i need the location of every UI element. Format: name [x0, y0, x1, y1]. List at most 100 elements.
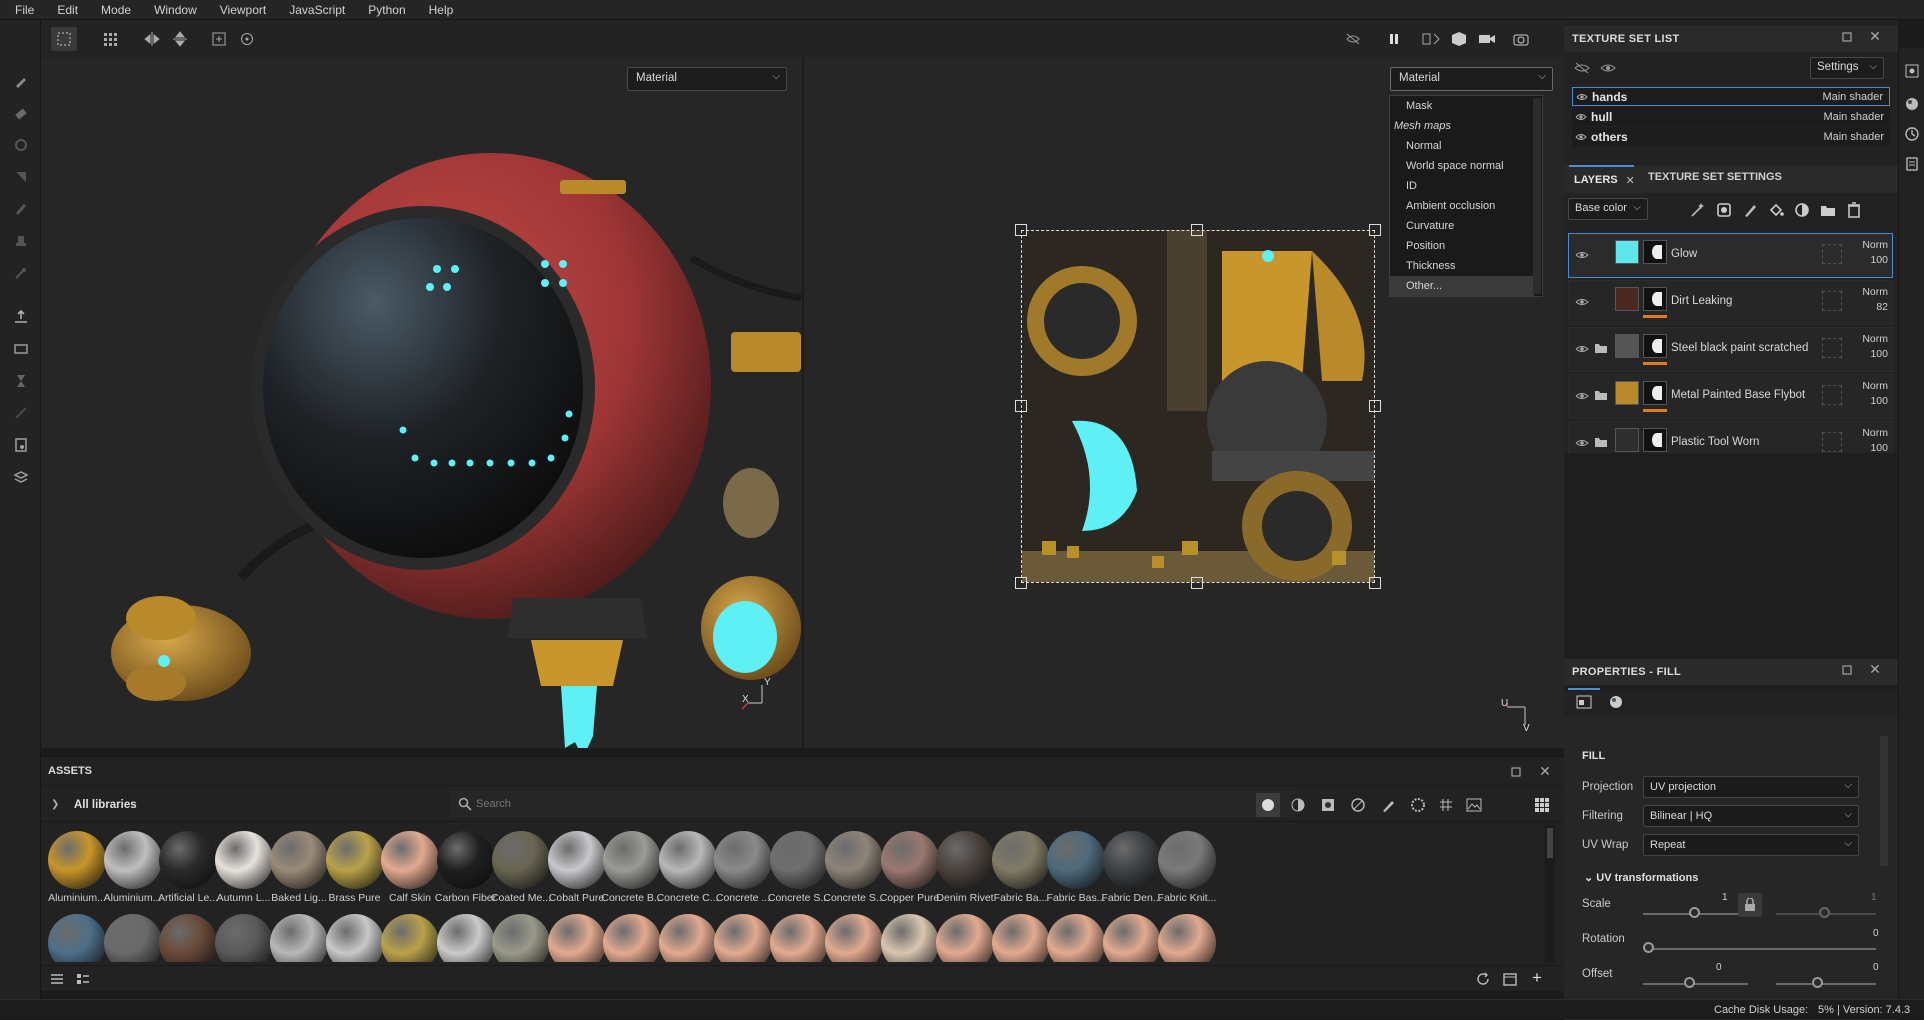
layer-row[interactable]: Steel black paint scratched Norm 100 [1568, 327, 1893, 372]
hide-all-icon[interactable] [1572, 58, 1592, 78]
filter-smart-materials-icon[interactable] [1286, 793, 1310, 817]
transform-handle-t[interactable] [1191, 224, 1203, 236]
asset-thumbnail[interactable] [936, 914, 994, 962]
offset-v-slider-knob[interactable] [1812, 977, 1823, 988]
asset-thumbnail[interactable] [991, 914, 1050, 962]
dropdown-option[interactable]: Curvature [1406, 220, 1454, 232]
blend-mode[interactable]: Norm [1848, 285, 1888, 300]
tab-fill-properties[interactable] [1568, 688, 1600, 716]
asset-thumbnail[interactable] [159, 831, 217, 889]
transform-handle-br[interactable] [1369, 577, 1381, 589]
projection-icon[interactable] [10, 134, 32, 156]
close-assets-icon[interactable]: ✕ [1538, 763, 1552, 779]
dropdown-option[interactable]: Thickness [1406, 260, 1456, 272]
reset-rotation-icon[interactable] [234, 27, 260, 51]
asset-thumbnail[interactable] [1102, 831, 1161, 889]
asset-thumbnail[interactable] [1158, 831, 1216, 889]
layer-effect-slot[interactable] [1822, 244, 1842, 264]
asset-thumbnail[interactable] [880, 831, 939, 889]
layer-opacity[interactable]: 100 [1848, 253, 1888, 268]
blend-mode-group[interactable]: Norm 100 [1848, 238, 1888, 268]
properties-scrollbar[interactable] [1880, 736, 1888, 866]
offset-u-slider-knob[interactable] [1684, 977, 1695, 988]
asset-thumbnail[interactable] [880, 914, 939, 962]
layer-effect-slot[interactable] [1822, 385, 1842, 405]
dropdown-option[interactable]: Other... [1390, 276, 1534, 296]
layer-visibility-icon[interactable] [1575, 296, 1589, 310]
close-properties-icon[interactable]: ✕ [1868, 661, 1882, 677]
breadcrumb-all-libraries[interactable]: All libraries [74, 799, 137, 811]
add-asset-icon[interactable]: + [1527, 968, 1547, 988]
library-icon[interactable] [10, 466, 32, 488]
blend-mode[interactable]: Norm [1848, 332, 1888, 347]
rotation-slider-track[interactable] [1648, 948, 1876, 950]
layer-color-thumbnail[interactable] [1615, 240, 1639, 264]
asset-thumbnail[interactable] [547, 831, 606, 889]
transform-handle-tl[interactable] [1015, 224, 1027, 236]
uv-wrap-select[interactable]: Repeat ⌵ [1643, 834, 1859, 856]
camera-video-icon[interactable] [1474, 27, 1500, 51]
asset-thumbnail[interactable] [936, 831, 994, 889]
layer-mask-thumbnail[interactable] [1643, 381, 1667, 405]
3d-viewport[interactable]: Material ⌵ X Y [41, 58, 802, 748]
detail-view-icon[interactable] [73, 969, 93, 989]
eraser-icon[interactable] [10, 102, 32, 124]
asset-thumbnail[interactable] [1102, 914, 1161, 962]
asset-thumbnail[interactable] [658, 831, 717, 889]
asset-thumbnail[interactable] [325, 914, 384, 962]
asset-thumbnail[interactable] [270, 914, 328, 962]
dropdown-option[interactable]: Position [1406, 240, 1445, 252]
selection-mode-icon[interactable] [51, 27, 77, 51]
layer-row[interactable]: Metal Painted Base Flybot Norm 100 [1568, 374, 1893, 419]
asset-thumbnail[interactable] [436, 914, 495, 962]
visibility-eye-icon[interactable] [1576, 92, 1590, 102]
blend-mode[interactable]: Norm [1848, 379, 1888, 394]
folder-icon[interactable] [1594, 436, 1608, 451]
layer-visibility-icon[interactable] [1575, 390, 1589, 404]
texture-set-dock-icon[interactable] [1903, 62, 1921, 80]
filter-masks-icon[interactable] [1316, 793, 1340, 817]
tab-material-icon[interactable] [1604, 690, 1628, 714]
lock-ratio-icon[interactable] [1738, 893, 1762, 917]
viewport-mode-dropdown[interactable]: Mask Mesh maps Normal World space normal ID A… [1389, 95, 1543, 297]
history-icon[interactable] [1903, 125, 1921, 143]
menu-edit[interactable]: Edit [42, 3, 86, 17]
assets-scrollbar[interactable] [1545, 825, 1555, 963]
show-all-icon[interactable] [1598, 58, 1618, 78]
filtering-select[interactable]: Bilinear | HQ ⌵ [1643, 805, 1859, 827]
filter-textures-icon[interactable] [1406, 793, 1430, 817]
projection-select[interactable]: UV projection ⌵ [1643, 776, 1859, 798]
color-picker-icon[interactable] [10, 262, 32, 284]
add-paint-layer-icon[interactable] [1740, 200, 1760, 220]
menu-python[interactable]: Python [353, 3, 413, 17]
asset-thumbnail[interactable] [381, 831, 439, 889]
asset-thumbnail[interactable] [1158, 914, 1216, 962]
document-icon[interactable] [10, 434, 32, 456]
tab-texture-set-settings[interactable]: TEXTURE SET SETTINGS [1648, 171, 1782, 183]
fit-view-icon[interactable] [206, 27, 232, 51]
asset-thumbnail[interactable] [48, 831, 106, 889]
uv-texture-preview[interactable] [1021, 230, 1375, 583]
layer-visibility-icon[interactable] [1575, 437, 1589, 451]
blend-mode-group[interactable]: Norm 82 [1848, 285, 1888, 315]
display-settings-icon[interactable] [1903, 95, 1921, 113]
layer-color-thumbnail[interactable] [1615, 381, 1639, 405]
layer-opacity[interactable]: 82 [1848, 300, 1888, 315]
display-mode-icon[interactable] [1446, 27, 1472, 51]
menu-window[interactable]: Window [139, 3, 205, 17]
asset-thumbnail[interactable] [214, 914, 273, 962]
offset-u-slider-track[interactable] [1643, 983, 1748, 985]
transform-handle-r[interactable] [1369, 400, 1381, 412]
measure-icon[interactable] [10, 402, 32, 424]
transform-handle-b[interactable] [1191, 577, 1203, 589]
polygon-fill-icon[interactable] [10, 166, 32, 188]
transform-handle-l[interactable] [1015, 400, 1027, 412]
blend-mode-group[interactable]: Norm 100 [1848, 426, 1888, 456]
dropdown-option[interactable]: ID [1406, 180, 1417, 192]
layer-effect-slot[interactable] [1822, 291, 1842, 311]
asset-thumbnail[interactable] [658, 914, 717, 962]
layer-opacity[interactable]: 100 [1848, 347, 1888, 362]
layer-effect-slot[interactable] [1822, 338, 1842, 358]
layer-effect-slot[interactable] [1822, 432, 1842, 452]
mirror-y-icon[interactable] [167, 27, 193, 51]
